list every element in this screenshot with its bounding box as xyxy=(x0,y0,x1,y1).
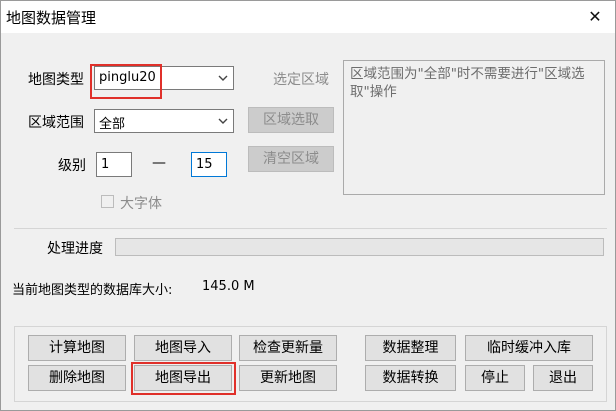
map-data-manager-window: 地图数据管理 ✕ 地图类型 pinglu20 选定区域 区域范围为"全部"时不需… xyxy=(0,0,616,411)
db-size-label: 当前地图类型的数据库大小: xyxy=(12,283,173,298)
level-from-input[interactable]: 1 xyxy=(96,152,132,177)
delete-map-button[interactable]: 删除地图 xyxy=(28,365,126,391)
window-title: 地图数据管理 xyxy=(6,9,97,27)
calc-map-button[interactable]: 计算地图 xyxy=(28,335,126,361)
region-select-button[interactable]: 区域选取 xyxy=(248,107,334,133)
clear-region-button[interactable]: 清空区域 xyxy=(248,146,334,172)
level-label: 级别 xyxy=(58,158,86,174)
db-size-value: 145.0 M xyxy=(202,279,255,294)
region-range-select[interactable]: 全部 xyxy=(94,109,234,133)
chevron-down-icon xyxy=(218,75,228,81)
select-region-label: 选定区域 xyxy=(273,72,329,88)
chevron-down-icon xyxy=(218,118,228,124)
export-map-highlight xyxy=(131,362,236,395)
title-bar: 地图数据管理 ✕ xyxy=(1,1,615,33)
progress-label: 处理进度 xyxy=(47,241,103,257)
hint-textbox: 区域范围为"全部"时不需要进行"区域选取"操作 xyxy=(343,60,605,195)
level-to-input[interactable]: 15 xyxy=(191,152,227,177)
data-organize-button[interactable]: 数据整理 xyxy=(365,335,456,361)
divider xyxy=(14,228,607,229)
close-icon[interactable]: ✕ xyxy=(575,1,615,33)
region-range-value: 全部 xyxy=(99,117,126,132)
update-map-button[interactable]: 更新地图 xyxy=(239,365,337,391)
temp-buffer-import-button[interactable]: 临时缓冲入库 xyxy=(465,335,593,361)
map-type-label: 地图类型 xyxy=(28,72,84,88)
map-type-highlight xyxy=(90,64,162,99)
progress-bar xyxy=(115,238,604,256)
large-font-label: 大字体 xyxy=(120,196,162,212)
stop-button[interactable]: 停止 xyxy=(465,365,525,391)
checkbox-icon[interactable] xyxy=(101,195,114,208)
check-update-button[interactable]: 检查更新量 xyxy=(239,335,337,361)
data-convert-button[interactable]: 数据转换 xyxy=(365,365,456,391)
region-range-label: 区域范围 xyxy=(28,115,84,131)
level-range-dash: — xyxy=(152,155,166,171)
exit-button[interactable]: 退出 xyxy=(533,365,593,391)
import-map-button[interactable]: 地图导入 xyxy=(134,335,232,361)
